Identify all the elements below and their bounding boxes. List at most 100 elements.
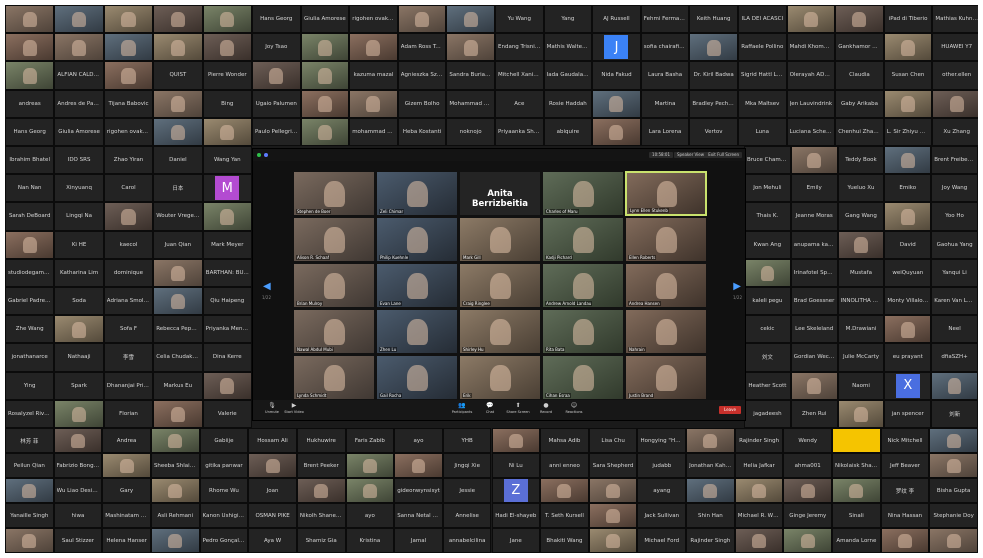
participant-tile[interactable]: Joy Tsao <box>252 33 301 62</box>
participant-tile[interactable]: Laura Basha <box>640 61 690 90</box>
participant-tile[interactable] <box>835 5 884 34</box>
leave-button[interactable]: Leave <box>719 406 741 414</box>
participant-tile[interactable]: Sarah DeBoard <box>5 202 55 231</box>
participant-tile[interactable]: Lingqi Na <box>54 202 104 231</box>
info-icon[interactable] <box>264 153 268 157</box>
participant-tile[interactable] <box>686 478 735 503</box>
participant-tile[interactable]: dominique <box>103 258 154 287</box>
participant-tile[interactable] <box>54 315 104 344</box>
participant-tile[interactable]: Sara Shepherd <box>588 453 638 478</box>
participant-tile[interactable]: Wouter Vregelen <box>153 202 203 231</box>
gallery-participant-tile[interactable]: Justin Brand <box>625 355 707 400</box>
participant-tile[interactable]: Jeanne Moras <box>790 202 838 231</box>
participant-tile[interactable]: anni enneo <box>540 453 589 478</box>
participant-tile[interactable]: iPad di Tiberio <box>883 5 933 34</box>
next-page-arrow-icon[interactable]: ▶ <box>733 281 741 292</box>
participant-tile[interactable]: Michael R. White <box>734 503 784 528</box>
participant-tile[interactable] <box>880 528 930 553</box>
gallery-participant-tile[interactable]: Erik <box>459 355 541 400</box>
participant-tile[interactable]: Ginge Jeremy <box>783 503 833 528</box>
participant-tile[interactable] <box>592 117 641 146</box>
participant-tile[interactable]: Mark Meyer <box>202 230 252 259</box>
reactions-button[interactable]: ☺ Reactions <box>561 402 587 414</box>
participant-tile[interactable]: T. Seth Kursell <box>540 503 589 528</box>
participant-tile[interactable]: Priyaanka Shaba <box>495 117 544 146</box>
participant-tile[interactable]: Andres de Paula <box>54 89 104 118</box>
participant-tile[interactable] <box>686 428 735 453</box>
participant-tile[interactable]: IDO SRS <box>54 146 104 175</box>
participant-tile[interactable]: Kristina <box>345 528 395 553</box>
gallery-participant-tile[interactable]: Mark Gill <box>459 217 541 262</box>
participant-tile[interactable] <box>783 528 833 553</box>
participant-tile[interactable]: Wu Liao Designs <box>53 478 103 503</box>
participants-button[interactable]: 👥 Participants <box>449 402 475 414</box>
participant-tile[interactable] <box>300 33 350 62</box>
participant-tile[interactable]: Mahdi Khomeithi <box>786 33 836 62</box>
participant-tile[interactable]: Annelise <box>442 503 492 528</box>
participant-tile[interactable] <box>883 33 933 62</box>
participant-tile[interactable]: Saul Stizzer <box>53 528 103 553</box>
participant-tile[interactable]: Monty Villalobos <box>884 287 932 316</box>
participant-tile[interactable] <box>446 5 495 34</box>
participant-tile[interactable]: Iada Gaudalamez <box>543 61 593 90</box>
participant-tile[interactable] <box>491 428 541 453</box>
participant-tile[interactable]: kaleli pegu <box>744 287 791 316</box>
gallery-participant-tile[interactable]: Brian Mulroy <box>293 263 375 308</box>
participant-tile[interactable] <box>931 371 978 400</box>
participant-tile[interactable]: Hukhuwire <box>296 428 346 453</box>
participant-tile[interactable]: Katharina Lim <box>54 258 104 287</box>
participant-tile[interactable] <box>689 33 738 62</box>
participant-tile[interactable]: J <box>592 33 641 62</box>
participant-tile[interactable]: Hans Georg <box>252 5 301 34</box>
participant-tile[interactable]: Naomi <box>837 371 885 400</box>
gallery-participant-tile[interactable]: Stephen de Boer <box>293 171 375 216</box>
gallery-participant-tile[interactable]: Anita Berrizbeitia <box>459 171 541 216</box>
participant-tile[interactable]: Lee Skeleland <box>790 315 838 344</box>
participant-tile[interactable] <box>54 5 104 34</box>
participant-tile[interactable]: noknojo <box>446 117 495 146</box>
participant-tile[interactable] <box>837 230 885 259</box>
participant-tile[interactable] <box>296 478 346 503</box>
participant-tile[interactable] <box>153 5 203 34</box>
participant-tile[interactable]: Bisha Gupta <box>929 478 978 503</box>
participant-tile[interactable]: Zhe Wang <box>5 315 55 344</box>
participant-tile[interactable]: Fehmi Ferman H... <box>640 5 690 34</box>
participant-tile[interactable]: Gaby Arikaba <box>835 89 884 118</box>
participant-tile[interactable]: Yanaille Singh <box>5 503 54 528</box>
participant-tile[interactable]: jonathanarce <box>5 343 55 372</box>
participant-tile[interactable]: Gang Wang <box>837 202 885 231</box>
participant-tile[interactable] <box>53 428 103 453</box>
participant-tile[interactable]: Sofa F <box>103 315 154 344</box>
participant-tile[interactable]: Rosie Haddah <box>543 89 593 118</box>
participant-tile[interactable]: 林芳 菲 <box>5 428 54 453</box>
participant-tile[interactable] <box>153 89 203 118</box>
participant-tile[interactable]: Shamiz Gia <box>296 528 346 553</box>
participant-tile[interactable]: Thais K. <box>744 202 791 231</box>
participant-tile[interactable] <box>202 202 252 231</box>
participant-tile[interactable]: X <box>884 371 932 400</box>
participant-tile[interactable]: Dina Kerre <box>202 343 252 372</box>
participant-tile[interactable] <box>832 478 881 503</box>
participant-tile[interactable]: Heather Scott <box>744 371 791 400</box>
participant-tile[interactable]: hiwa <box>53 503 103 528</box>
participant-tile[interactable]: Yang <box>543 5 593 34</box>
participant-tile[interactable] <box>540 478 589 503</box>
participant-tile[interactable] <box>783 478 833 503</box>
participant-tile[interactable]: Yoo Ho <box>931 202 978 231</box>
participant-tile[interactable]: Luna <box>738 117 787 146</box>
participant-tile[interactable]: sofia chairafiqah <box>640 33 690 62</box>
participant-tile[interactable]: weiQuyuan <box>884 258 932 287</box>
participant-tile[interactable]: Olerayah ADRIA... <box>786 61 836 90</box>
participant-tile[interactable]: Ace <box>495 89 544 118</box>
gallery-participant-tile[interactable]: Shirley Hu <box>459 309 541 354</box>
participant-tile[interactable]: Lara Lorena <box>640 117 690 146</box>
participant-tile[interactable]: Wang Yan <box>202 146 252 175</box>
participant-tile[interactable]: abiquire <box>543 117 593 146</box>
participant-tile[interactable]: studiodegamma <box>5 258 55 287</box>
participant-tile[interactable] <box>252 61 301 90</box>
participant-tile[interactable]: Gabriel Padrenk <box>5 287 55 316</box>
participant-tile[interactable]: AJ Russell <box>592 5 641 34</box>
participant-tile[interactable] <box>102 453 151 478</box>
participant-tile[interactable]: eu prayant <box>884 343 932 372</box>
participant-tile[interactable]: Joan <box>248 478 297 503</box>
